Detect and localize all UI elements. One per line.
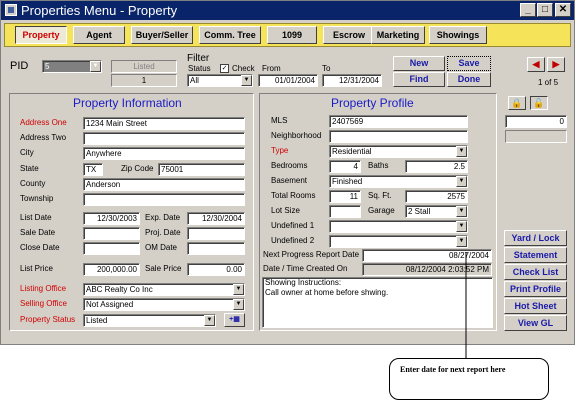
callout-leader-line (465, 252, 467, 360)
callout-note: Enter date for next report here (389, 358, 549, 400)
